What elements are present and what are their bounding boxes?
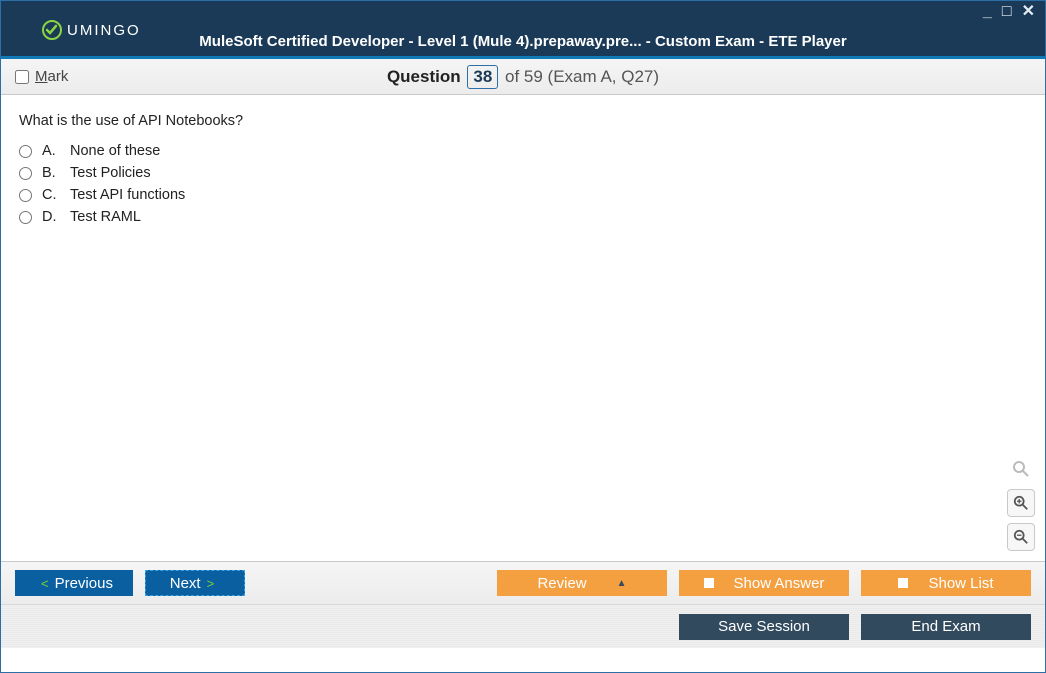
- option-text: Test RAML: [70, 209, 141, 225]
- show-answer-label: Show Answer: [734, 575, 825, 592]
- end-exam-button[interactable]: End Exam: [861, 614, 1031, 640]
- question-counter: Question 38 of 59 (Exam A, Q27): [1, 65, 1045, 89]
- option-b-radio[interactable]: [19, 167, 32, 180]
- option-a[interactable]: A. None of these: [19, 143, 1027, 159]
- footer: < Previous Next > Review ▲ Show Answer S…: [1, 561, 1045, 648]
- stop-icon: [704, 578, 714, 588]
- mark-checkbox-wrap[interactable]: Mark: [15, 68, 68, 85]
- titlebar: UMINGO MuleSoft Certified Developer - Le…: [1, 1, 1045, 59]
- zoom-out-icon[interactable]: [1007, 523, 1035, 551]
- review-label: Review: [537, 575, 586, 592]
- option-d-radio[interactable]: [19, 211, 32, 224]
- close-icon[interactable]: ✕: [1020, 5, 1037, 19]
- maximize-icon[interactable]: □: [1000, 5, 1014, 19]
- show-list-label: Show List: [928, 575, 993, 592]
- next-button[interactable]: Next >: [145, 570, 245, 596]
- question-text: What is the use of API Notebooks?: [19, 113, 1027, 129]
- show-answer-button[interactable]: Show Answer: [679, 570, 849, 596]
- mark-label: Mark: [35, 68, 68, 85]
- option-text: Test API functions: [70, 187, 185, 203]
- footer-row-secondary: Save Session End Exam: [1, 604, 1045, 648]
- end-exam-label: End Exam: [911, 618, 980, 635]
- footer-row-primary: < Previous Next > Review ▲ Show Answer S…: [1, 562, 1045, 604]
- infobar: Mark Question 38 of 59 (Exam A, Q27): [1, 59, 1045, 95]
- current-question-number: 38: [467, 65, 498, 89]
- previous-button[interactable]: < Previous: [15, 570, 133, 596]
- zoom-tools: [1007, 455, 1035, 551]
- triangle-up-icon: ▲: [617, 578, 627, 589]
- review-button[interactable]: Review ▲: [497, 570, 667, 596]
- next-label: Next: [170, 575, 201, 592]
- window-title: MuleSoft Certified Developer - Level 1 (…: [1, 33, 1045, 50]
- option-c-radio[interactable]: [19, 189, 32, 202]
- option-letter: A.: [42, 143, 60, 159]
- option-letter: B.: [42, 165, 60, 181]
- mark-checkbox[interactable]: [15, 70, 29, 84]
- option-b[interactable]: B. Test Policies: [19, 165, 1027, 181]
- previous-label: Previous: [55, 575, 113, 592]
- minimize-icon[interactable]: _: [981, 5, 994, 19]
- option-d[interactable]: D. Test RAML: [19, 209, 1027, 225]
- zoom-in-icon[interactable]: [1007, 489, 1035, 517]
- option-c[interactable]: C. Test API functions: [19, 187, 1027, 203]
- show-list-button[interactable]: Show List: [861, 570, 1031, 596]
- chevron-left-icon: <: [41, 576, 49, 591]
- option-letter: C.: [42, 187, 60, 203]
- search-icon[interactable]: [1007, 455, 1035, 483]
- save-session-label: Save Session: [718, 618, 810, 635]
- option-text: None of these: [70, 143, 160, 159]
- option-letter: D.: [42, 209, 60, 225]
- save-session-button[interactable]: Save Session: [679, 614, 849, 640]
- stop-icon: [898, 578, 908, 588]
- window-controls: _ □ ✕: [981, 5, 1037, 19]
- option-a-radio[interactable]: [19, 145, 32, 158]
- option-text: Test Policies: [70, 165, 151, 181]
- chevron-right-icon: >: [207, 576, 215, 591]
- question-panel: What is the use of API Notebooks? A. Non…: [1, 95, 1045, 561]
